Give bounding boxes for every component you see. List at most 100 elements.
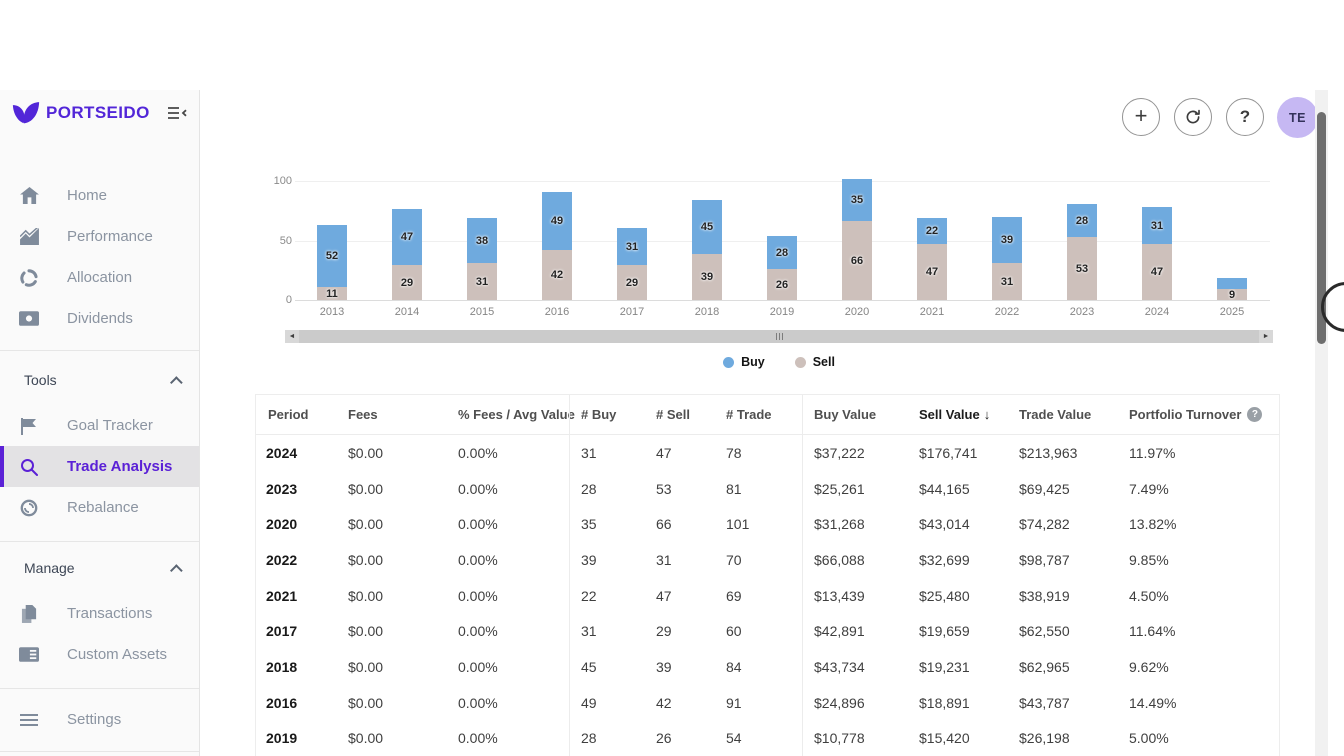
bar-segment-buy-2025[interactable]: [1217, 278, 1247, 289]
bar-segment-sell-2023[interactable]: 53: [1067, 237, 1097, 300]
sidebar-item-label: Goal Tracker: [67, 417, 153, 434]
cell: $62,965: [1007, 659, 1117, 675]
bar-segment-buy-2014[interactable]: 47: [392, 209, 422, 265]
cell: $32,699: [907, 552, 1007, 568]
search-icon: [18, 458, 40, 476]
legend-label: Sell: [813, 355, 835, 369]
sidebar-item-allocation[interactable]: Allocation: [0, 257, 199, 298]
sidebar-item-transactions[interactable]: Transactions: [0, 593, 199, 634]
cell: $19,231: [907, 659, 1007, 675]
bar-segment-buy-2023[interactable]: 28: [1067, 204, 1097, 237]
bar-segment-sell-2022[interactable]: 31: [992, 263, 1022, 300]
bar-segment-sell-2024[interactable]: 47: [1142, 244, 1172, 300]
bar-segment-buy-2022[interactable]: 39: [992, 217, 1022, 263]
cell: 28: [569, 730, 644, 746]
bar-segment-sell-2016[interactable]: 42: [542, 250, 572, 300]
cell: $42,891: [802, 623, 907, 639]
legend-sell[interactable]: Sell: [795, 355, 835, 369]
y-axis-tick-50: 50: [242, 235, 292, 247]
column-header-period[interactable]: Period: [256, 407, 336, 422]
logo-leaf-icon: [12, 101, 40, 125]
table-row-2018: 2018$0.000.00%453984$43,734$19,231$62,96…: [256, 649, 1279, 685]
chart-h-scrollbar[interactable]: ◄ ►: [285, 330, 1273, 343]
bar-segment-sell-2013[interactable]: 11: [317, 287, 347, 300]
bar-segment-buy-2021[interactable]: 22: [917, 218, 947, 244]
bar-segment-buy-2015[interactable]: 38: [467, 218, 497, 263]
table-row-2020: 2020$0.000.00%3566101$31,268$43,014$74,2…: [256, 506, 1279, 542]
column-header--buy[interactable]: # Buy: [569, 407, 644, 422]
sidebar-item-home[interactable]: Home: [0, 175, 199, 216]
home-icon: [18, 187, 40, 204]
bar-segment-sell-2018[interactable]: 39: [692, 254, 722, 300]
sidebar-collapse-icon[interactable]: [167, 106, 187, 120]
cell: $43,734: [802, 659, 907, 675]
help-button[interactable]: ?: [1226, 98, 1264, 136]
cell: 22: [569, 588, 644, 604]
question-icon: ?: [1240, 107, 1250, 127]
cell: 0.00%: [446, 730, 569, 746]
column-header--trade[interactable]: # Trade: [714, 407, 802, 422]
column-header-portfolio-turnover[interactable]: Portfolio Turnover?: [1117, 407, 1279, 422]
bar-segment-buy-2020[interactable]: 35: [842, 179, 872, 221]
cell-period: 2020: [256, 516, 336, 532]
column-header-sell-value[interactable]: Sell Value↓: [907, 407, 1007, 422]
avatar[interactable]: TE: [1277, 97, 1318, 138]
sidebar-item-trade-analysis[interactable]: Trade Analysis: [0, 446, 199, 487]
sidebar-item-custom-assets[interactable]: Custom Assets: [0, 634, 199, 675]
cell: $0.00: [336, 659, 446, 675]
scrollbar-grip[interactable]: [776, 333, 783, 340]
bar-segment-buy-2019[interactable]: 28: [767, 236, 797, 269]
cell: 0.00%: [446, 695, 569, 711]
x-axis-label-2021: 2021: [902, 306, 962, 318]
cell: 0.00%: [446, 588, 569, 604]
sidebar-item-goal-tracker[interactable]: Goal Tracker: [0, 405, 199, 446]
sidebar-header: PORTSEIDO: [0, 90, 199, 136]
column-header-fees[interactable]: Fees: [336, 407, 446, 422]
sidebar-item-dividends[interactable]: Dividends: [0, 298, 199, 339]
bar-segment-sell-2020[interactable]: 66: [842, 221, 872, 300]
sidebar-item-settings[interactable]: Settings: [0, 699, 199, 740]
column-header-buy-value[interactable]: Buy Value: [802, 407, 907, 422]
bar-segment-sell-2025[interactable]: 9: [1217, 289, 1247, 300]
y-axis-tick-100: 100: [242, 175, 292, 187]
bar-segment-buy-2013[interactable]: 52: [317, 225, 347, 287]
bar-segment-sell-2017[interactable]: 29: [617, 265, 647, 300]
tools-section-header[interactable]: Tools: [24, 370, 183, 390]
bar-segment-buy-2017[interactable]: 31: [617, 228, 647, 265]
logo[interactable]: PORTSEIDO: [12, 101, 150, 125]
bar-segment-sell-2019[interactable]: 26: [767, 269, 797, 300]
cell-period: 2021: [256, 588, 336, 604]
scroll-right-arrow-icon[interactable]: ►: [1259, 330, 1273, 343]
bar-segment-sell-2015[interactable]: 31: [467, 263, 497, 300]
flag-icon: [18, 417, 40, 435]
column-header--fees-avg-value[interactable]: % Fees / Avg Value: [446, 407, 569, 422]
column-header-label: Portfolio Turnover: [1129, 407, 1241, 422]
buy-dot-icon: [723, 357, 734, 368]
sort-desc-icon: ↓: [984, 407, 991, 422]
column-divider: [569, 395, 570, 756]
add-button[interactable]: +: [1122, 98, 1160, 136]
column-header-trade-value[interactable]: Trade Value: [1007, 407, 1117, 422]
allocation-icon: [18, 269, 40, 287]
bar-segment-buy-2018[interactable]: 45: [692, 200, 722, 254]
bar-segment-buy-2024[interactable]: 31: [1142, 207, 1172, 244]
bar-segment-sell-2021[interactable]: 47: [917, 244, 947, 300]
cell: $213,963: [1007, 445, 1117, 461]
sidebar-item-rebalance[interactable]: Rebalance: [0, 487, 199, 528]
manage-section-header[interactable]: Manage: [24, 558, 183, 578]
bar-segment-buy-2016[interactable]: 49: [542, 192, 572, 250]
column-header--sell[interactable]: # Sell: [644, 407, 714, 422]
cell: 29: [644, 623, 714, 639]
cell: 35: [569, 516, 644, 532]
legend-buy[interactable]: Buy: [723, 355, 765, 369]
scroll-left-arrow-icon[interactable]: ◄: [285, 330, 299, 343]
x-axis-label-2025: 2025: [1202, 306, 1262, 318]
bar-segment-sell-2014[interactable]: 29: [392, 265, 422, 300]
refresh-button[interactable]: [1174, 98, 1212, 136]
help-icon[interactable]: ?: [1247, 407, 1262, 422]
cell: $37,222: [802, 445, 907, 461]
cell: $44,165: [907, 481, 1007, 497]
column-header-label: # Trade: [726, 407, 772, 422]
cell: $69,425: [1007, 481, 1117, 497]
sidebar-item-performance[interactable]: Performance: [0, 216, 199, 257]
